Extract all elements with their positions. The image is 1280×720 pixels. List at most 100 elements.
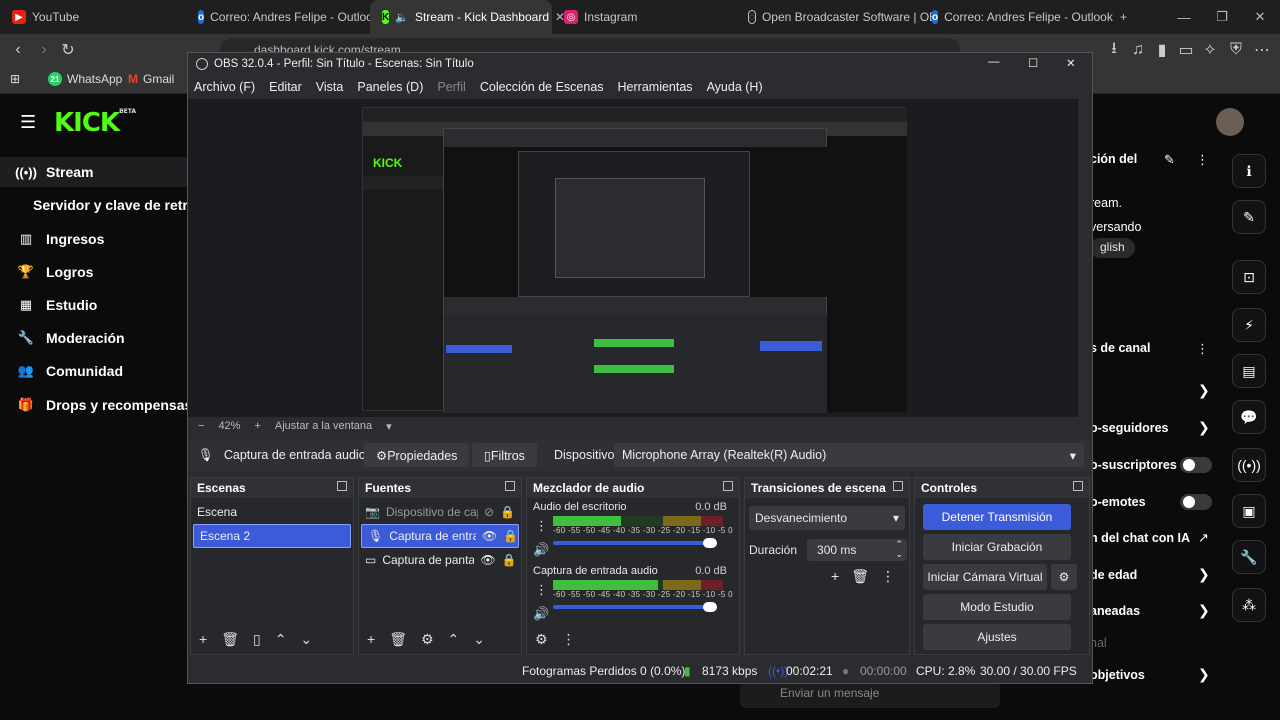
kebab-icon[interactable]: ⋮ [562, 631, 576, 648]
up-icon[interactable]: ⌃ [448, 631, 460, 648]
wrench-icon[interactable]: 🔧 [1232, 540, 1266, 574]
duration-input[interactable]: 300 ms ⌃ ⌄ [807, 539, 908, 561]
close-window-icon[interactable]: ✕ [1240, 0, 1280, 34]
gear-icon[interactable]: ⚙ [421, 631, 434, 648]
apps-icon[interactable]: ⊞ [10, 72, 20, 86]
new-tab-button[interactable]: + [1108, 0, 1134, 34]
popout-icon[interactable] [337, 481, 347, 491]
source-item[interactable]: ▭ Captura de panta 👁 🔒 [359, 548, 521, 572]
chevron-right-icon[interactable]: ❯ [1198, 419, 1210, 436]
fit-to-window[interactable]: Ajustar a la ventana [275, 420, 372, 432]
edit-icon[interactable]: ✎ [1164, 152, 1175, 168]
studio-mode-button[interactable]: Modo Estudio [923, 594, 1071, 620]
menu-editar[interactable]: Editar [269, 80, 302, 94]
menu-perfil[interactable]: Perfil [437, 80, 465, 94]
chat-icon[interactable]: 💬 [1232, 400, 1266, 434]
tab-obs-site[interactable]: ◌ Open Broadcaster Software | OB [736, 0, 937, 34]
spinner-icon[interactable]: ⌃ ⌄ [895, 539, 903, 559]
add-icon[interactable]: + [199, 631, 207, 648]
tab-kick-dashboard[interactable]: K 🔈 Stream - Kick Dashboard ✕ [370, 0, 565, 34]
chat-input[interactable]: Enviar un mensaje [740, 682, 1000, 708]
eye-icon[interactable]: 👁 [482, 529, 497, 543]
eye-icon[interactable]: 👁 [480, 553, 495, 567]
start-recording-button[interactable]: Iniciar Grabación [923, 534, 1071, 560]
menu-vista[interactable]: Vista [316, 80, 344, 94]
trash-icon[interactable]: 🗑 [389, 631, 407, 648]
down-icon[interactable]: ⌄ [300, 631, 312, 648]
menu-archivo[interactable]: Archivo (F) [194, 80, 255, 94]
eye-off-icon[interactable]: ⊘ [484, 505, 494, 519]
close-icon[interactable]: ✕ [1066, 56, 1076, 70]
nav-comunidad[interactable]: 👥 Comunidad [0, 356, 190, 386]
maximize-icon[interactable]: ☐ [1028, 56, 1038, 70]
volume-slider[interactable] [553, 602, 717, 612]
popout-icon[interactable] [1073, 481, 1083, 491]
menu-ayuda[interactable]: Ayuda (H) [707, 80, 763, 94]
layout-icon[interactable]: ▣ [1232, 494, 1266, 528]
chevron-right-icon[interactable]: ❯ [1198, 566, 1210, 583]
volume-slider[interactable] [553, 538, 717, 548]
tab-instagram[interactable]: ◎ Instagram [552, 0, 736, 34]
chevron-right-icon[interactable]: ❯ [1198, 382, 1210, 399]
avatar[interactable] [1216, 108, 1244, 136]
up-icon[interactable]: ⌃ [275, 631, 287, 648]
bookmark-whatsapp[interactable]: 21 WhatsApp [48, 72, 122, 86]
properties-button[interactable]: ⚙Propiedades [364, 443, 470, 467]
settings-button[interactable]: Ajustes [923, 624, 1071, 650]
settings-icon[interactable]: ⚙ [535, 631, 548, 648]
nav-server-key[interactable]: Servidor y clave de retra [0, 190, 196, 220]
chevron-right-icon[interactable]: ❯ [1198, 666, 1210, 683]
minimize-icon[interactable]: — [988, 56, 1000, 68]
trash-icon[interactable]: 🗑 [221, 631, 239, 648]
tab-outlook[interactable]: o Correo: Andres Felipe - Outlook [186, 0, 379, 34]
speaker-icon[interactable]: 🔊 [533, 542, 549, 558]
kebab-icon[interactable]: ⋮ [535, 518, 548, 534]
zoom-out-icon[interactable]: − [198, 420, 204, 432]
menu-herramientas[interactable]: Herramientas [618, 80, 693, 94]
scene-item[interactable]: Escena [191, 500, 353, 524]
bolt-icon[interactable]: ⚡ [1232, 308, 1266, 342]
menu-coleccion[interactable]: Colección de Escenas [480, 80, 604, 94]
more-icon[interactable]: ⋮ [1196, 341, 1209, 357]
scene-item[interactable]: Escena 2 [193, 524, 351, 548]
add-icon[interactable]: + [367, 631, 375, 648]
menu-dots-icon[interactable]: ⋯ [1248, 34, 1276, 66]
pencil-icon[interactable]: ✎ [1232, 200, 1266, 234]
emotes-only-toggle[interactable] [1180, 494, 1212, 510]
maximize-icon[interactable]: ❐ [1202, 0, 1242, 34]
source-item[interactable]: 🎙 Captura de entrac 👁 🔒 [361, 524, 519, 548]
nav-drops[interactable]: 🎁 Drops y recompensas [0, 390, 192, 420]
shield-icon[interactable]: ⛨ [1222, 34, 1250, 66]
obs-preview[interactable]: KICK [188, 99, 1078, 417]
menu-paneles[interactable]: Paneles (D) [357, 80, 423, 94]
copilot-icon[interactable]: ✧ [1196, 34, 1224, 66]
speaker-icon[interactable]: 🔊 [533, 606, 549, 622]
chevron-right-icon[interactable]: ❯ [1198, 602, 1210, 619]
filters-button[interactable]: ▯Filtros [472, 443, 537, 467]
tab-youtube[interactable]: ▶ YouTube [0, 0, 186, 34]
nav-stream[interactable]: ((•)) Stream [0, 157, 190, 187]
capture-icon[interactable]: ⊡ [1232, 260, 1266, 294]
add-icon[interactable]: + [831, 568, 839, 585]
more-icon[interactable]: ⋮ [1196, 152, 1209, 168]
zoom-in-icon[interactable]: + [254, 420, 260, 432]
chevron-down-icon[interactable]: ▾ [386, 420, 392, 433]
virtual-camera-settings-icon[interactable]: ⚙ [1051, 564, 1077, 590]
note-icon[interactable]: ▤ [1232, 354, 1266, 388]
lock-icon[interactable]: 🔒 [503, 529, 518, 543]
popout-icon[interactable] [893, 481, 903, 491]
trash-icon[interactable]: 🗑 [851, 568, 869, 585]
filter-icon[interactable]: ▯ [253, 631, 261, 648]
bookmark-gmail[interactable]: M Gmail [128, 72, 174, 86]
stop-streaming-button[interactable]: Detener Transmisión [923, 504, 1071, 530]
nav-estudio[interactable]: ▦ Estudio [0, 290, 190, 320]
transition-select[interactable]: Desvanecimiento ▾ [749, 506, 905, 530]
subs-only-toggle[interactable] [1180, 457, 1212, 473]
down-icon[interactable]: ⌄ [473, 631, 485, 648]
tab-outlook-2[interactable]: o Correo: Andres Felipe - Outlook [920, 0, 1113, 34]
hamburger-menu-icon[interactable]: ☰ [20, 112, 36, 133]
back-icon[interactable]: ‹ [4, 34, 32, 66]
nav-moderacion[interactable]: 🔧 Moderación [0, 323, 190, 353]
lock-icon[interactable]: 🔒 [502, 553, 517, 567]
popout-icon[interactable] [505, 481, 515, 491]
